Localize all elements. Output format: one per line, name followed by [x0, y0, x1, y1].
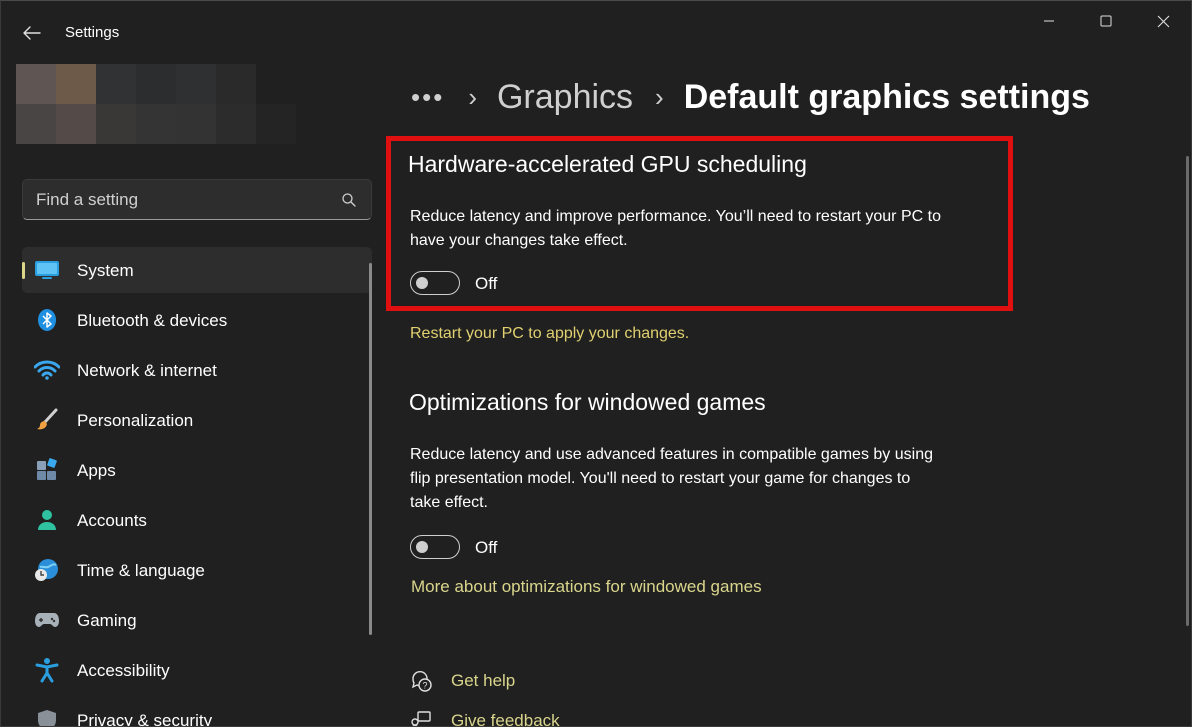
toggle-knob	[416, 277, 428, 289]
sidebar-item-label: Apps	[77, 461, 116, 480]
windowed-games-title: Optimizations for windowed games	[409, 389, 766, 415]
page-title: Default graphics settings	[683, 77, 1090, 116]
sidebar-item-label: Time & language	[77, 561, 205, 580]
search-box[interactable]	[22, 179, 372, 220]
feedback-icon	[409, 709, 433, 726]
chevron-right-icon: ›	[655, 81, 664, 112]
search-icon[interactable]	[341, 192, 357, 208]
minimize-button[interactable]	[1021, 5, 1077, 37]
monitor-icon	[34, 258, 60, 282]
restart-notice: Restart your PC to apply your changes.	[410, 325, 690, 342]
give-feedback-label: Give feedback	[451, 711, 560, 727]
sidebar-scrollbar[interactable]	[369, 263, 372, 635]
back-button[interactable]	[15, 19, 49, 47]
sidebar-item-label: Privacy & security	[77, 711, 213, 727]
sidebar-nav: System Bluetooth & devices Network & int…	[22, 247, 372, 727]
help-chat-icon: ?	[409, 669, 433, 693]
settings-window: Settings Find a setting System Bluetooth…	[0, 0, 1192, 727]
sidebar-item-bluetooth[interactable]: Bluetooth & devices	[22, 297, 372, 343]
gpu-scheduling-toggle-label: Off	[475, 274, 498, 293]
sidebar-item-apps[interactable]: Apps	[22, 447, 372, 493]
give-feedback-link[interactable]: Give feedback	[409, 706, 560, 727]
maximize-icon	[1100, 15, 1112, 27]
sidebar-item-label: Personalization	[77, 411, 194, 430]
globe-clock-icon	[34, 558, 60, 582]
close-button[interactable]	[1135, 5, 1191, 37]
toggle-knob	[416, 541, 428, 553]
sidebar-item-privacy[interactable]: Privacy & security	[22, 697, 372, 727]
bluetooth-icon	[34, 308, 60, 332]
sidebar-item-system[interactable]: System	[22, 247, 372, 293]
windowed-games-description: Reduce latency and use advanced features…	[410, 446, 933, 511]
svg-text:?: ?	[422, 681, 427, 691]
sidebar-item-network[interactable]: Network & internet	[22, 347, 372, 393]
gpu-scheduling-title: Hardware-accelerated GPU scheduling	[408, 151, 807, 177]
sidebar-item-label: Bluetooth & devices	[77, 311, 228, 330]
breadcrumb-graphics[interactable]: Graphics	[497, 78, 633, 117]
windowed-games-more-link[interactable]: More about optimizations for windowed ga…	[411, 577, 762, 597]
sidebar-item-label: Gaming	[77, 611, 137, 630]
wifi-icon	[34, 358, 60, 382]
windowed-games-toggle-label: Off	[475, 538, 498, 557]
arrow-left-icon	[23, 26, 41, 40]
sidebar-item-accounts[interactable]: Accounts	[22, 497, 372, 543]
breadcrumb: ••• › Graphics › Default graphics settin…	[411, 75, 1090, 119]
sidebar-item-time-language[interactable]: Time & language	[22, 547, 372, 593]
close-icon	[1157, 15, 1169, 27]
get-help-label: Get help	[451, 671, 516, 690]
sidebar-item-gaming[interactable]: Gaming	[22, 597, 372, 643]
search-input[interactable]	[36, 188, 326, 212]
sidebar-item-label: Accessibility	[77, 661, 170, 680]
selected-indicator	[22, 262, 25, 279]
sidebar-item-label: Network & internet	[77, 361, 217, 380]
avatar[interactable]	[16, 64, 296, 144]
sidebar-item-accessibility[interactable]: Accessibility	[22, 647, 372, 693]
sidebar-clip: System Bluetooth & devices Network & int…	[1, 247, 381, 727]
paintbrush-icon	[34, 408, 60, 432]
title-bar: Settings	[1, 1, 1191, 63]
accessibility-icon	[34, 658, 60, 683]
get-help-link[interactable]: ? Get help	[409, 666, 515, 696]
shield-icon	[34, 708, 60, 726]
apps-icon	[34, 458, 60, 482]
sidebar-item-label: System	[77, 261, 134, 280]
sidebar-item-personalization[interactable]: Personalization	[22, 397, 372, 443]
person-icon	[34, 508, 60, 532]
minimize-icon	[1044, 20, 1054, 22]
windowed-games-toggle[interactable]	[410, 535, 460, 559]
chevron-right-icon: ›	[468, 81, 477, 112]
content-scrollbar[interactable]	[1186, 156, 1189, 626]
gpu-scheduling-toggle[interactable]	[410, 271, 460, 295]
gpu-scheduling-description: Reduce latency and improve performance. …	[410, 208, 941, 249]
app-title: Settings	[65, 24, 120, 41]
maximize-button[interactable]	[1078, 5, 1134, 37]
sidebar-item-label: Accounts	[77, 511, 147, 530]
breadcrumb-more-button[interactable]: •••	[411, 82, 444, 113]
gamepad-icon	[34, 608, 60, 632]
